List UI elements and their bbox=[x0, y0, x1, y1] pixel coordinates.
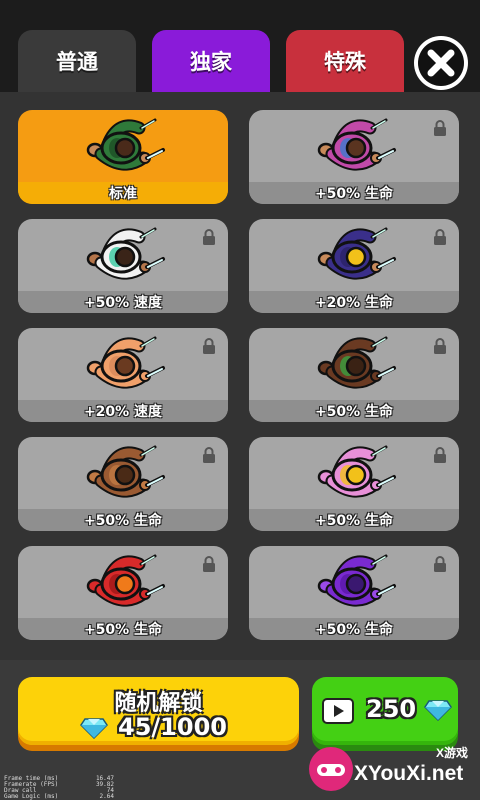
skin-bonus-label: +20% 速度 bbox=[18, 400, 228, 422]
watermark-small-text: X游戏 bbox=[436, 746, 469, 760]
lock-icon bbox=[203, 556, 215, 572]
skin-card[interactable]: +20% 速度 bbox=[18, 328, 228, 422]
skin-bonus-label: +50% 生命 bbox=[249, 182, 459, 204]
character-avatar bbox=[86, 227, 165, 280]
watermark-logo-icon bbox=[309, 747, 353, 791]
skin-bonus-label: +50% 生命 bbox=[249, 509, 459, 531]
tab-special[interactable]: 特殊 bbox=[286, 30, 404, 92]
lock-icon bbox=[203, 229, 215, 245]
lock-icon bbox=[203, 338, 215, 354]
video-reward-amount: 250 bbox=[366, 695, 417, 723]
tab-normal[interactable]: 普通 bbox=[18, 30, 136, 92]
debug-row: Game Logic (ms) 2.64 bbox=[4, 794, 114, 800]
character-avatar bbox=[317, 118, 396, 171]
lock-icon bbox=[434, 556, 446, 572]
skin-card[interactable]: +50% 生命 bbox=[249, 437, 459, 531]
character-avatar bbox=[317, 336, 396, 389]
video-play-icon bbox=[322, 698, 354, 724]
debug-label: Game Logic (ms) bbox=[4, 793, 59, 800]
lock-icon bbox=[203, 447, 215, 463]
site-watermark: X游戏 XYouXi.net bbox=[302, 740, 480, 800]
tab-bar: 普通 独家 特殊 bbox=[0, 0, 480, 92]
skin-bonus-label: +50% 生命 bbox=[249, 618, 459, 640]
character-avatar bbox=[86, 118, 165, 171]
skin-card[interactable]: +50% 速度 bbox=[18, 219, 228, 313]
skin-card[interactable]: +50% 生命 bbox=[249, 328, 459, 422]
skin-card[interactable]: +50% 生命 bbox=[18, 437, 228, 531]
lock-icon bbox=[434, 229, 446, 245]
close-button[interactable] bbox=[414, 36, 468, 90]
debug-stats: Frame time (ms) 16.47 Framerate (FPS) 39.8… bbox=[4, 776, 114, 800]
watch-video-button[interactable]: 250 bbox=[312, 677, 458, 745]
skin-grid-panel: 标准 +50% 生命 +50% 速度 +20% 生命 +20% 速度 +50% 生命 +50… bbox=[0, 92, 480, 660]
skin-bonus-label: +50% 生命 bbox=[18, 509, 228, 531]
diamond-icon bbox=[424, 700, 452, 721]
skin-card[interactable]: +50% 生命 bbox=[249, 110, 459, 204]
character-avatar bbox=[86, 336, 165, 389]
lock-icon bbox=[434, 447, 446, 463]
watermark-site-text: XYouXi.net bbox=[354, 762, 464, 785]
diamond-icon bbox=[80, 718, 108, 739]
debug-value: 2.64 bbox=[99, 793, 114, 800]
close-icon bbox=[418, 40, 464, 86]
skin-card[interactable]: +20% 生命 bbox=[249, 219, 459, 313]
skin-bonus-label: +50% 生命 bbox=[249, 400, 459, 422]
random-unlock-button[interactable]: 随机解锁 45/1000 bbox=[18, 677, 299, 745]
skin-card[interactable]: 标准 bbox=[18, 110, 228, 204]
tab-exclusive[interactable]: 独家 bbox=[152, 30, 270, 92]
skin-bonus-label: +50% 生命 bbox=[18, 618, 228, 640]
character-avatar bbox=[86, 445, 165, 498]
character-avatar bbox=[317, 445, 396, 498]
skin-bonus-label: 标准 bbox=[18, 182, 228, 204]
character-avatar bbox=[317, 227, 396, 280]
character-avatar bbox=[317, 554, 396, 607]
character-avatar bbox=[86, 554, 165, 607]
skin-card[interactable]: +50% 生命 bbox=[18, 546, 228, 640]
skin-card[interactable]: +50% 生命 bbox=[249, 546, 459, 640]
random-unlock-price: 45/1000 bbox=[118, 713, 227, 741]
skin-bonus-label: +20% 生命 bbox=[249, 291, 459, 313]
lock-icon bbox=[434, 120, 446, 136]
skin-bonus-label: +50% 速度 bbox=[18, 291, 228, 313]
lock-icon bbox=[434, 338, 446, 354]
